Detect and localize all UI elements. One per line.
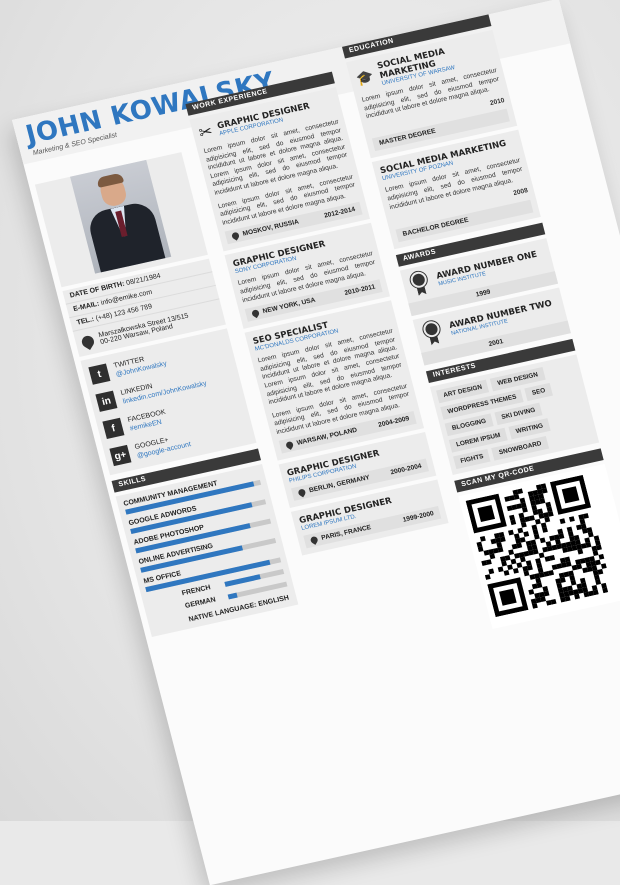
job-years: 2012-2014 (323, 206, 357, 220)
location-pin-icon (250, 308, 261, 319)
linkedin-icon: in (95, 390, 118, 412)
interest-tag: FIGHTS (453, 448, 491, 469)
job-years: 2000-2004 (389, 463, 423, 477)
job-entry: ✂ GRAPHIC DESIGNER APPLE CORPORATION Lorem … (189, 87, 371, 252)
googleplus-icon: g+ (109, 444, 132, 467)
qr-code[interactable] (465, 474, 613, 617)
twitter-icon: t (88, 363, 111, 385)
job-years: 2004-2009 (377, 415, 411, 430)
interest-tag: SEO (524, 382, 553, 401)
graduation-cap-icon: 🎓 (354, 67, 376, 87)
facebook-icon: f (102, 417, 125, 440)
location-pin-icon (79, 333, 97, 351)
job-entry: SEO SPECIALIST MC'DONALDS CORPORATION Lore… (244, 300, 425, 462)
medal-icon (420, 319, 446, 347)
job-years: 2010-2011 (343, 283, 377, 298)
skills-card: COMMUNITY MANAGEMENT GOOGLE ADWORDS ADOBE … (115, 464, 299, 637)
job-location: NEW YORK, USA (262, 296, 317, 316)
resume-sheet: JOHN KOWALSKY Marketing & SEO Specialist… (12, 0, 620, 885)
background: JOHN KOWALSKY Marketing & SEO Specialist… (0, 0, 620, 885)
medal-icon (407, 270, 433, 298)
job-years: 1999-2000 (402, 510, 435, 525)
tools-icon: ✂ (197, 123, 215, 143)
location-pin-icon (230, 231, 241, 241)
location-pin-icon (309, 535, 320, 546)
qr-card (458, 463, 620, 629)
profile-photo (70, 159, 172, 274)
job-location: PARIS, FRANCE (320, 524, 373, 543)
language-bar-fill (227, 592, 238, 600)
location-pin-icon (284, 440, 295, 451)
location-pin-icon (297, 488, 307, 498)
